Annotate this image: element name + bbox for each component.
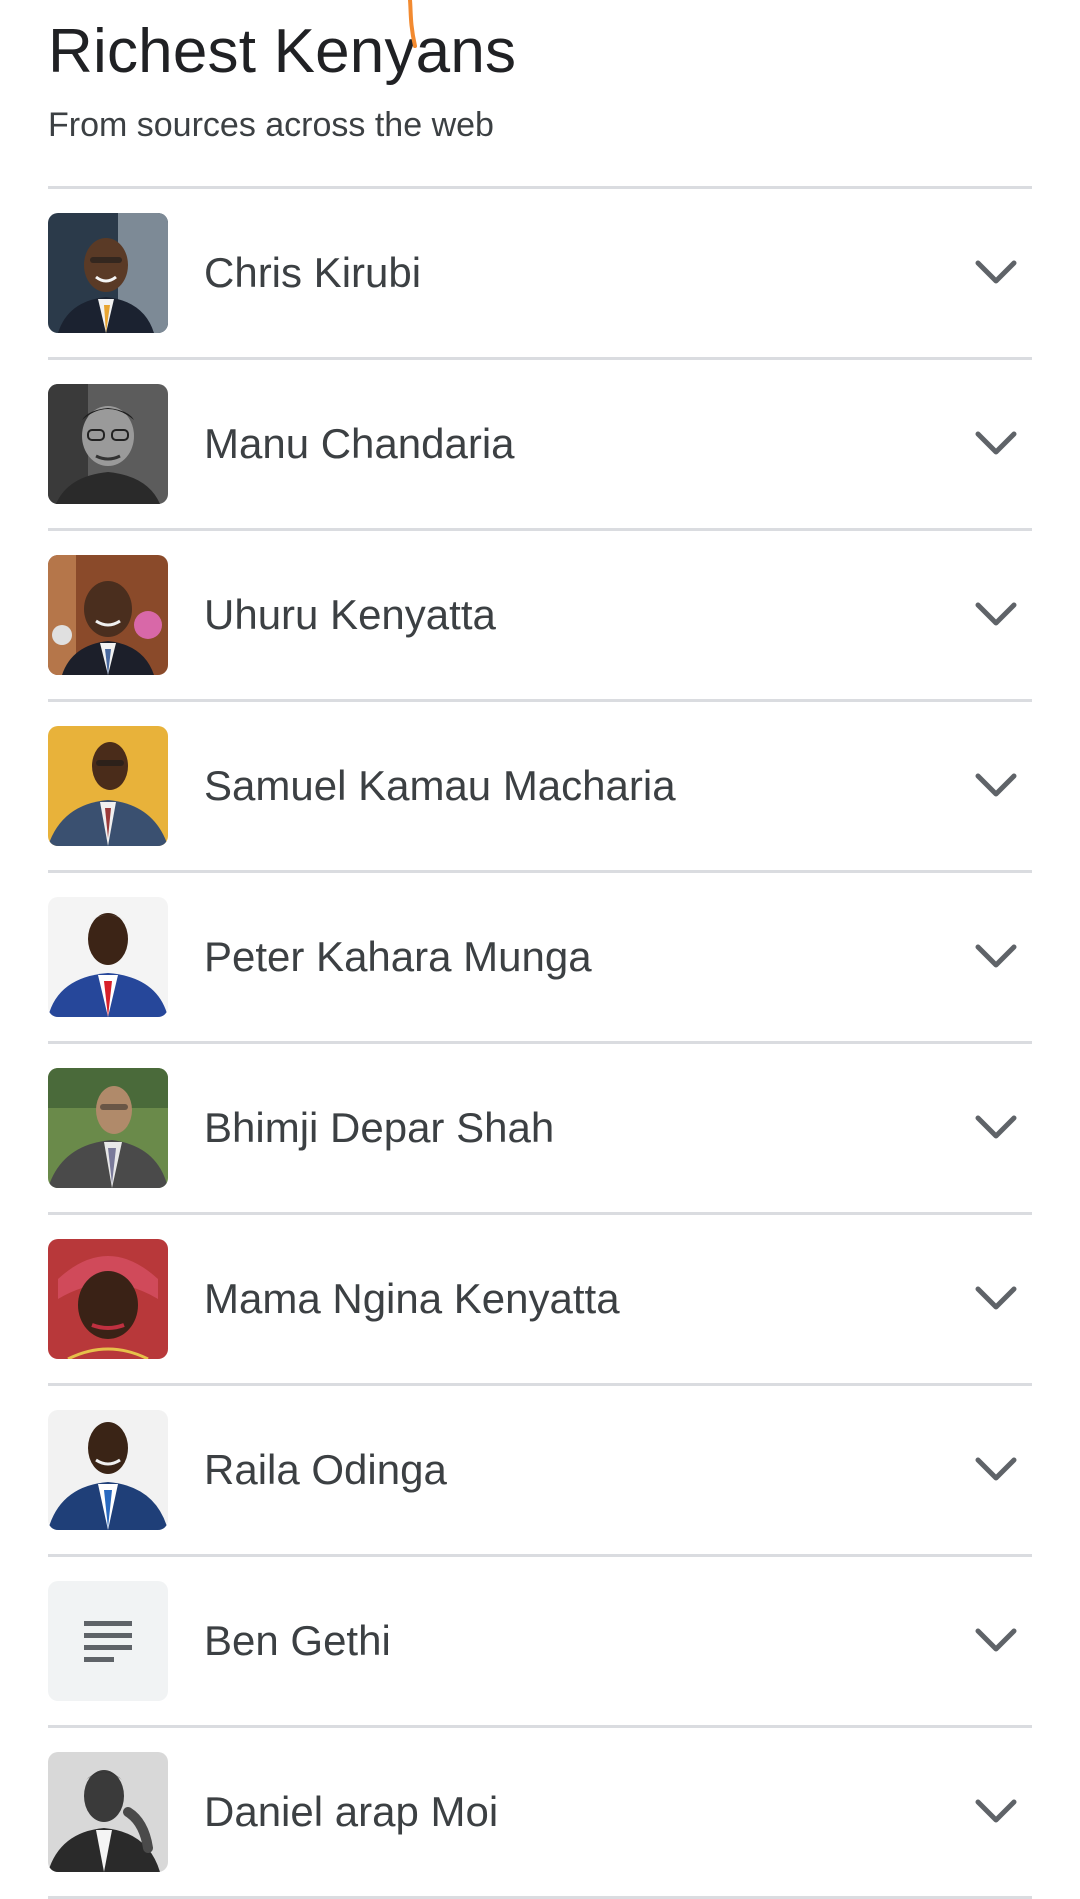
chevron-down-icon[interactable] bbox=[974, 1798, 1018, 1826]
person-photo bbox=[48, 726, 168, 846]
document-icon bbox=[48, 1581, 168, 1701]
list-item[interactable]: Bhimji Depar Shah bbox=[48, 1044, 1032, 1215]
list-item-label: Uhuru Kenyatta bbox=[204, 591, 496, 638]
list-item[interactable]: Chris Kirubi bbox=[48, 189, 1032, 360]
person-photo bbox=[48, 897, 168, 1017]
chevron-down-icon[interactable] bbox=[974, 943, 1018, 971]
person-photo bbox=[48, 384, 168, 504]
list-item-label: Manu Chandaria bbox=[204, 420, 515, 467]
list-item-label: Chris Kirubi bbox=[204, 249, 422, 296]
chevron-down-icon[interactable] bbox=[974, 1285, 1018, 1313]
list-item-label: Samuel Kamau Macharia bbox=[204, 762, 676, 809]
list-item[interactable]: Raila Odinga bbox=[48, 1386, 1032, 1557]
list-item[interactable]: Samuel Kamau Macharia bbox=[48, 702, 1032, 873]
people-list: Chris Kirubi Manu Chandaria Uhuru Kenyat… bbox=[48, 186, 1032, 1899]
list-item[interactable]: Daniel arap Moi bbox=[48, 1728, 1032, 1899]
list-item-label: Bhimji Depar Shah bbox=[204, 1104, 555, 1151]
person-photo bbox=[48, 1239, 168, 1359]
person-photo bbox=[48, 1410, 168, 1530]
list-item-label: Daniel arap Moi bbox=[204, 1788, 499, 1835]
list-item[interactable]: Mama Ngina Kenyatta bbox=[48, 1215, 1032, 1386]
list-item-label: Ben Gethi bbox=[204, 1617, 391, 1664]
person-photo bbox=[48, 555, 168, 675]
list-item[interactable]: Ben Gethi bbox=[48, 1557, 1032, 1728]
page-subtitle: From sources across the web bbox=[48, 106, 494, 144]
list-item-label: Raila Odinga bbox=[204, 1446, 447, 1493]
chevron-down-icon[interactable] bbox=[974, 772, 1018, 800]
chevron-down-icon[interactable] bbox=[974, 1114, 1018, 1142]
person-photo bbox=[48, 1752, 168, 1872]
chevron-down-icon[interactable] bbox=[974, 259, 1018, 287]
chevron-down-icon[interactable] bbox=[974, 601, 1018, 629]
page-title: Richest Kenyans bbox=[48, 17, 517, 86]
list-item-label: Mama Ngina Kenyatta bbox=[204, 1275, 620, 1322]
list-item-label: Peter Kahara Munga bbox=[204, 933, 592, 980]
list-item[interactable]: Uhuru Kenyatta bbox=[48, 531, 1032, 702]
chevron-down-icon[interactable] bbox=[974, 1456, 1018, 1484]
pen-scribble-mark bbox=[408, 0, 417, 48]
list-item[interactable]: Manu Chandaria bbox=[48, 360, 1032, 531]
chevron-down-icon[interactable] bbox=[974, 430, 1018, 458]
person-photo bbox=[48, 1068, 168, 1188]
person-photo bbox=[48, 213, 168, 333]
chevron-down-icon[interactable] bbox=[974, 1627, 1018, 1655]
list-item[interactable]: Peter Kahara Munga bbox=[48, 873, 1032, 1044]
